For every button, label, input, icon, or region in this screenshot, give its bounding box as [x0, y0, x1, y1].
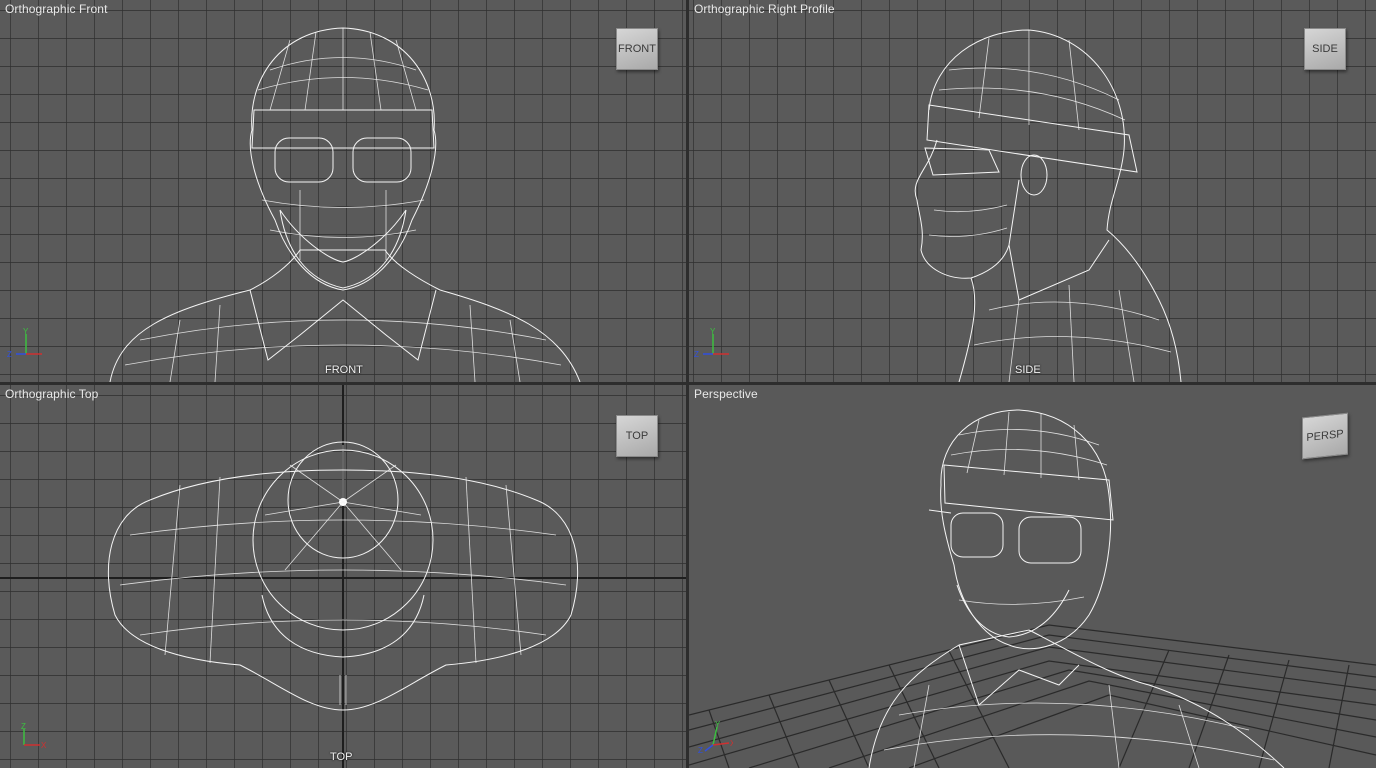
viewport-side-title: Orthographic Right Profile — [694, 2, 835, 16]
perspective-ground-grid — [689, 409, 1376, 768]
viewport-front[interactable]: Orthographic Front FRONT FRONT Y X Z — [0, 0, 686, 382]
viewport-side[interactable]: Orthographic Right Profile SIDE SIDE Y X… — [689, 0, 1376, 382]
top-grid — [0, 385, 686, 768]
axis-gizmo-icon: Y X Z — [7, 328, 42, 359]
viewport-perspective-title: Perspective — [694, 387, 758, 401]
svg-text:Z: Z — [21, 723, 26, 731]
viewport-divider-horizontal[interactable] — [0, 382, 1376, 385]
axis-gizmo-icon: Z X — [21, 723, 46, 750]
svg-text:Z: Z — [7, 350, 12, 359]
axis-gizmo-icon: Y X Z — [698, 721, 733, 755]
view-cube-icon[interactable]: PERSP — [1302, 412, 1348, 460]
viewport-front-title: Orthographic Front — [5, 2, 108, 16]
front-grid — [0, 0, 686, 382]
svg-text:X: X — [41, 741, 46, 750]
perspective-wireframe-model — [868, 409, 1285, 768]
svg-text:Z: Z — [698, 746, 703, 755]
view-cube-icon[interactable]: TOP — [616, 415, 658, 457]
viewport-side-label: SIDE — [1015, 364, 1041, 376]
svg-text:Y: Y — [23, 328, 29, 336]
svg-text:Y: Y — [710, 328, 716, 336]
viewport-front-label: FRONT — [325, 364, 363, 376]
viewport-perspective[interactable]: Perspective PERSP Y X Z — [689, 385, 1376, 768]
side-grid — [689, 0, 1376, 382]
viewport-top-label: TOP — [330, 751, 353, 763]
viewport-top-title: Orthographic Top — [5, 387, 99, 401]
svg-text:X: X — [730, 739, 733, 748]
svg-text:Z: Z — [694, 350, 699, 359]
viewport-layout: Orthographic Front FRONT FRONT Y X Z — [0, 0, 1376, 768]
view-cube-icon[interactable]: SIDE — [1304, 28, 1346, 70]
view-cube-icon[interactable]: FRONT — [616, 28, 658, 70]
svg-text:Y: Y — [715, 721, 721, 729]
viewport-top[interactable]: Orthographic Top TOP TOP Z X — [0, 385, 686, 768]
axis-gizmo-icon: Y X Z — [694, 328, 729, 359]
